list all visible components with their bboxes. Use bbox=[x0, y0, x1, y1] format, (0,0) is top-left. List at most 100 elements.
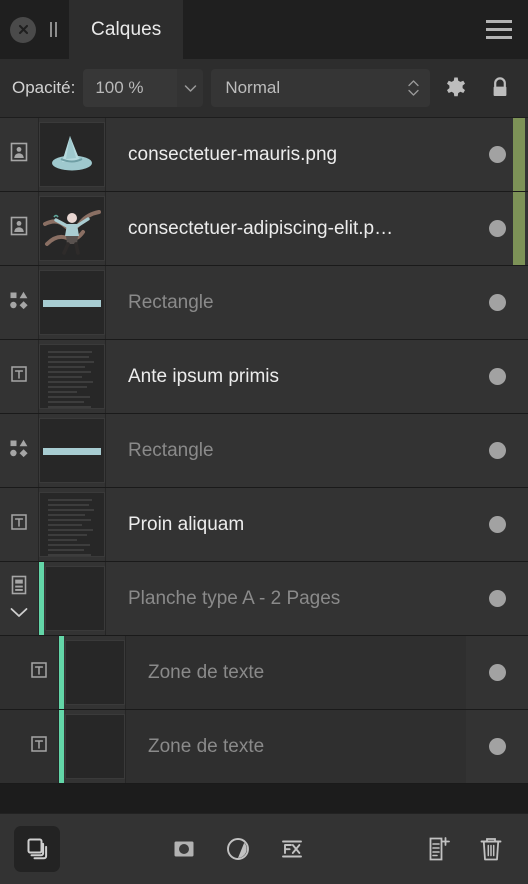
trash-icon[interactable] bbox=[468, 826, 514, 872]
visibility-toggle-icon[interactable] bbox=[488, 368, 506, 385]
layer-edge-marker bbox=[513, 192, 525, 265]
adjustment-layer-icon[interactable] bbox=[215, 826, 261, 872]
layer-row[interactable]: Rectangle bbox=[0, 414, 528, 488]
layer-visibility-cell bbox=[466, 414, 528, 487]
visibility-toggle-icon[interactable] bbox=[488, 590, 506, 607]
thumb-rect-bar bbox=[42, 299, 102, 307]
spinner-updown-icon bbox=[407, 80, 420, 96]
visibility-toggle-icon[interactable] bbox=[488, 738, 506, 755]
chevron-down-icon[interactable] bbox=[8, 605, 30, 623]
opacity-input[interactable]: 100 % bbox=[83, 69, 178, 107]
layer-thumbnail-cell bbox=[39, 340, 106, 413]
layer-thumbnail bbox=[39, 492, 105, 557]
layer-name-label: Zone de texte bbox=[148, 661, 265, 683]
shape-layer-icon bbox=[7, 289, 31, 316]
layer-list[interactable]: consectetuer-mauris.png consectetuer-adip… bbox=[0, 118, 528, 813]
layer-thumbnail bbox=[39, 344, 105, 409]
layer-name-label: Zone de texte bbox=[148, 735, 265, 757]
layer-thumbnail-cell bbox=[39, 488, 106, 561]
layer-visibility-cell bbox=[466, 488, 528, 561]
thumb-text-lines bbox=[48, 351, 96, 408]
tab-calques-label: Calques bbox=[91, 18, 162, 40]
image-layer-icon bbox=[8, 141, 30, 168]
layer-name-label: consectetuer-mauris.png bbox=[128, 143, 338, 165]
layer-thumbnail bbox=[65, 640, 125, 705]
layer-thumbnail bbox=[39, 196, 105, 261]
thumb-hat-artwork bbox=[52, 135, 92, 170]
layer-options-bar: Opacité: 100 % Normal bbox=[0, 59, 528, 118]
layers-stack-icon[interactable] bbox=[14, 826, 60, 872]
layer-row[interactable]: Planche type A - 2 Pages bbox=[0, 562, 528, 636]
text-layer-icon bbox=[8, 363, 30, 390]
lock-icon[interactable] bbox=[482, 69, 518, 107]
titlebar-spacer bbox=[183, 0, 470, 59]
layer-name-label: consectetuer-adipiscing-elit.p… bbox=[128, 217, 394, 239]
layer-thumbnail bbox=[45, 566, 105, 631]
layer-type-cell bbox=[0, 192, 39, 265]
visibility-toggle-icon[interactable] bbox=[488, 442, 506, 459]
hamburger-menu-icon[interactable] bbox=[470, 0, 528, 59]
add-mask-icon[interactable] bbox=[161, 826, 207, 872]
gear-icon[interactable] bbox=[438, 69, 474, 107]
layer-name-label: Rectangle bbox=[128, 291, 214, 313]
layer-row[interactable]: Rectangle bbox=[0, 266, 528, 340]
layer-type-cell bbox=[0, 266, 39, 339]
master-page-icon bbox=[8, 574, 30, 601]
bottom-toolbar-right-group bbox=[416, 826, 514, 872]
layer-row[interactable]: consectetuer-adipiscing-elit.p… bbox=[0, 192, 528, 266]
layer-name-cell[interactable]: Proin aliquam bbox=[106, 488, 466, 561]
layer-row[interactable]: Zone de texte bbox=[0, 710, 528, 784]
visibility-toggle-icon[interactable] bbox=[488, 516, 506, 533]
text-layer-icon bbox=[28, 733, 50, 760]
blend-mode-select[interactable]: Normal bbox=[211, 69, 430, 107]
layer-name-cell[interactable]: consectetuer-adipiscing-elit.p… bbox=[106, 192, 466, 265]
layer-name-cell[interactable]: Zone de texte bbox=[126, 710, 466, 783]
layer-thumbnail-cell bbox=[39, 414, 106, 487]
visibility-toggle-icon[interactable] bbox=[488, 664, 506, 681]
layer-name-cell[interactable]: Rectangle bbox=[106, 266, 466, 339]
layer-thumbnail-cell bbox=[59, 636, 126, 709]
new-layer-icon[interactable] bbox=[416, 826, 462, 872]
panel-titlebar: Calques bbox=[0, 0, 528, 59]
layer-name-cell[interactable]: Rectangle bbox=[106, 414, 466, 487]
layer-edge-marker bbox=[513, 118, 525, 191]
layer-row[interactable]: Proin aliquam bbox=[0, 488, 528, 562]
layer-thumbnail bbox=[39, 122, 105, 187]
layer-name-cell[interactable]: Planche type A - 2 Pages bbox=[106, 562, 466, 635]
layer-visibility-cell bbox=[466, 266, 528, 339]
opacity-control: 100 % bbox=[83, 69, 204, 107]
layer-thumbnail-cell bbox=[39, 266, 106, 339]
tab-calques[interactable]: Calques bbox=[69, 0, 184, 59]
visibility-toggle-icon[interactable] bbox=[488, 220, 506, 237]
layer-name-cell[interactable]: Ante ipsum primis bbox=[106, 340, 466, 413]
layer-visibility-cell bbox=[466, 710, 528, 783]
layer-name-label: Proin aliquam bbox=[128, 513, 245, 535]
layer-row[interactable]: consectetuer-mauris.png bbox=[0, 118, 528, 192]
visibility-toggle-icon[interactable] bbox=[488, 294, 506, 311]
titlebar-left-controls bbox=[0, 0, 61, 59]
drag-handle-icon[interactable] bbox=[46, 22, 61, 37]
layer-visibility-cell bbox=[466, 636, 528, 709]
shape-layer-icon bbox=[7, 437, 31, 464]
visibility-toggle-icon[interactable] bbox=[488, 146, 506, 163]
layers-bottom-toolbar bbox=[0, 813, 528, 884]
layer-row[interactable]: Zone de texte bbox=[0, 636, 528, 710]
layer-type-cell bbox=[0, 562, 39, 635]
layer-name-cell[interactable]: Zone de texte bbox=[126, 636, 466, 709]
close-circle-icon[interactable] bbox=[10, 16, 36, 43]
layer-row[interactable]: Ante ipsum primis bbox=[0, 340, 528, 414]
layer-type-cell bbox=[20, 710, 59, 783]
layer-thumbnail bbox=[65, 714, 125, 779]
layer-type-cell bbox=[20, 636, 59, 709]
layer-thumbnail-cell bbox=[59, 710, 126, 783]
layer-name-cell[interactable]: consectetuer-mauris.png bbox=[106, 118, 466, 191]
layer-visibility-cell bbox=[466, 340, 528, 413]
chevron-down-icon[interactable] bbox=[177, 69, 204, 107]
bottom-toolbar-center-group bbox=[161, 826, 315, 872]
layer-type-cell bbox=[0, 340, 39, 413]
layer-thumbnail bbox=[39, 418, 105, 483]
blend-mode-value: Normal bbox=[225, 78, 281, 97]
image-layer-icon bbox=[8, 215, 30, 242]
layer-effects-icon[interactable] bbox=[269, 826, 315, 872]
thumb-rect-bar bbox=[42, 447, 102, 455]
